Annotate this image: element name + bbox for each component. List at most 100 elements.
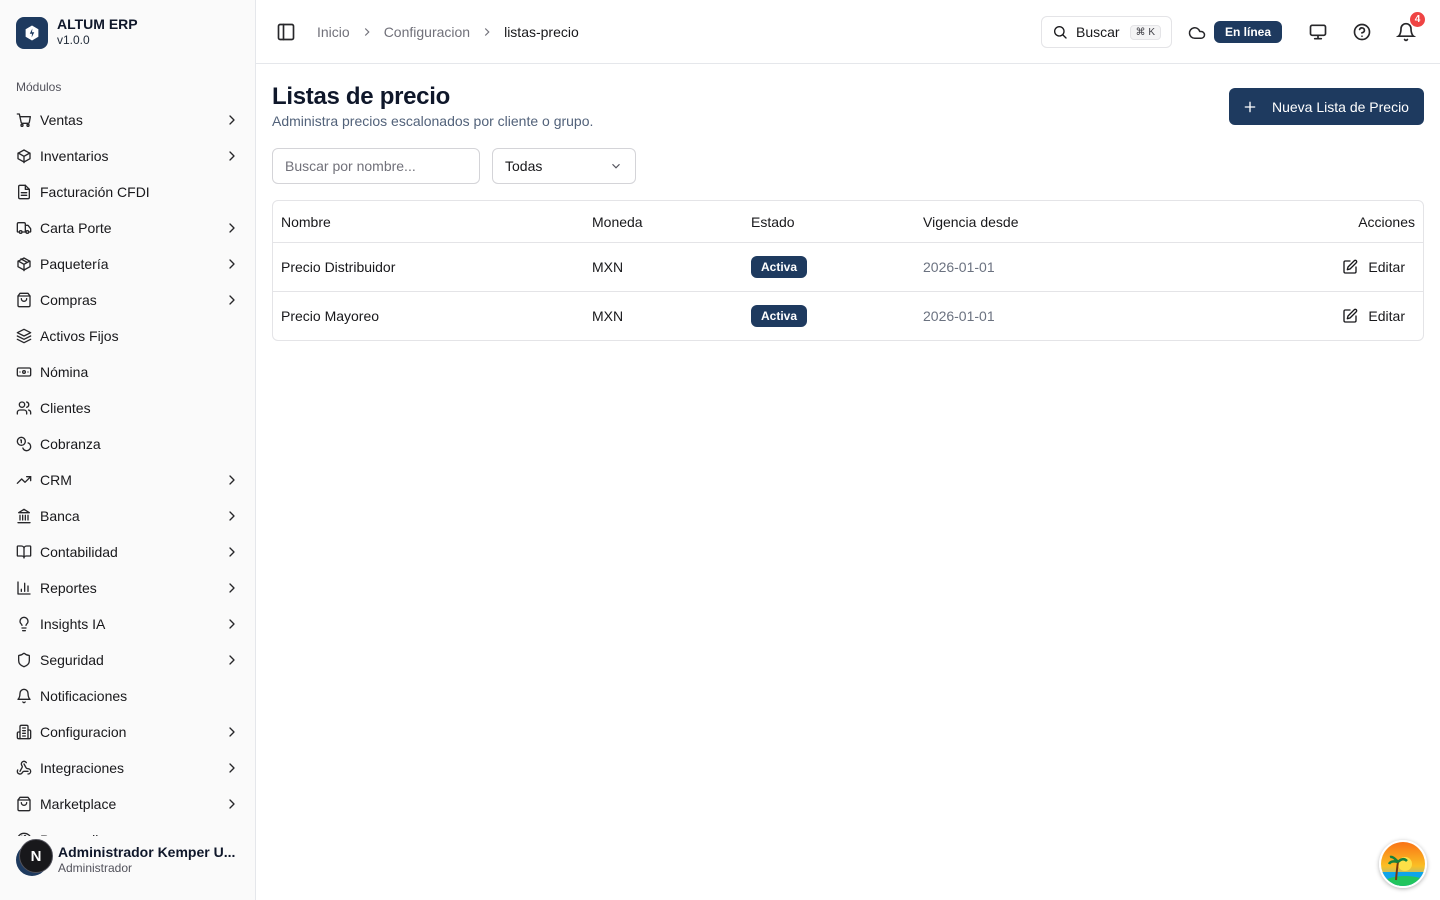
chevron-right-icon (224, 544, 240, 560)
brand-logo-icon (16, 16, 48, 49)
sidebar-item-crm[interactable]: CRM (8, 462, 248, 498)
avatar: N (16, 839, 53, 876)
banknote-icon (16, 364, 32, 380)
breadcrumb-configuracion[interactable]: Configuracion (384, 24, 470, 40)
package-icon (16, 256, 32, 272)
chevron-right-icon (224, 256, 240, 272)
cell-nombre: Precio Mayoreo (281, 308, 380, 324)
chevron-right-icon (224, 112, 240, 128)
price-lists-table: Nombre Moneda Estado Vigencia desde Acci… (272, 200, 1424, 341)
sidebar-item-label: Facturación CFDI (40, 184, 150, 200)
column-header-moneda: Moneda (592, 213, 643, 230)
global-search-button[interactable]: Buscar ⌘ K (1041, 16, 1172, 48)
breadcrumb: Inicio Configuracion listas-precio (317, 22, 579, 42)
breadcrumb-inicio[interactable]: Inicio (317, 24, 350, 40)
notification-count-badge: 4 (1410, 12, 1425, 27)
store-icon (16, 796, 32, 812)
sidebar-item-label: Notificaciones (40, 688, 128, 704)
bar-chart-icon (16, 580, 32, 596)
connection-status-badge: En línea (1214, 21, 1283, 43)
cell-nombre: Precio Distribuidor (281, 259, 396, 275)
sidebar-item-label: Carta Porte (40, 220, 112, 236)
brand-version: v1.0.0 (57, 33, 90, 47)
building-icon (16, 724, 32, 740)
box-icon (16, 148, 32, 164)
new-price-list-label: Nueva Lista de Precio (1272, 98, 1409, 115)
brand[interactable]: ALTUM ERP v1.0.0 (16, 16, 138, 49)
sidebar-item-reportes[interactable]: Reportes (8, 570, 248, 606)
help-icon[interactable] (1352, 22, 1372, 42)
sidebar-item-nomina[interactable]: Nómina (8, 354, 248, 390)
sidebar-item-activos-fijos[interactable]: Activos Fijos (8, 318, 248, 354)
user-role: Administrador (58, 861, 133, 875)
sidebar-item-label: CRM (40, 472, 72, 488)
chevron-right-icon (224, 724, 240, 740)
sidebar-item-label: Activos Fijos (40, 328, 119, 344)
file-icon (16, 184, 32, 200)
bell-icon (16, 688, 32, 704)
cart-icon (16, 112, 32, 128)
sidebar-item-compras[interactable]: Compras (8, 282, 248, 318)
sidebar-item-inventarios[interactable]: Inventarios (8, 138, 248, 174)
column-header-nombre: Nombre (281, 213, 331, 230)
sidebar-item-ventas[interactable]: Ventas (8, 102, 248, 138)
search-input[interactable] (272, 148, 480, 184)
sidebar-item-label: Paquetería (40, 256, 109, 272)
status-filter-select[interactable]: Todas (492, 148, 636, 184)
column-header-vigencia: Vigencia desde (923, 213, 1019, 230)
sidebar-item-contabilidad[interactable]: Contabilidad (8, 534, 248, 570)
sidebar-item-paqueteria[interactable]: Paquetería (8, 246, 248, 282)
status-badge: Activa (751, 256, 808, 278)
sidebar-item-label: Reportes (40, 580, 97, 596)
plus-icon (1242, 99, 1258, 115)
edit-button[interactable]: Editar (1342, 259, 1415, 275)
shield-icon (16, 652, 32, 668)
column-header-acciones: Acciones (1358, 213, 1415, 230)
sidebar-item-personalizar[interactable]: Personalizar (8, 822, 248, 836)
assistant-avatar-button[interactable] (1379, 840, 1427, 888)
sidebar-item-marketplace[interactable]: Marketplace (8, 786, 248, 822)
sidebar: ALTUM ERP v1.0.0 Módulos Ventas Inventari… (0, 0, 256, 900)
chevron-right-icon (224, 148, 240, 164)
sidebar-item-label: Cobranza (40, 436, 101, 452)
sidebar-item-label: Seguridad (40, 652, 104, 668)
sidebar-item-configuracion[interactable]: Configuracion (8, 714, 248, 750)
edit-label: Editar (1368, 259, 1405, 275)
monitor-icon[interactable] (1308, 22, 1328, 42)
sidebar-item-carta-porte[interactable]: Carta Porte (8, 210, 248, 246)
sidebar-item-label: Personalizar (40, 832, 240, 836)
column-header-estado: Estado (751, 213, 795, 230)
chevron-right-icon (360, 25, 374, 39)
book-icon (16, 544, 32, 560)
sidebar-item-clientes[interactable]: Clientes (8, 390, 248, 426)
new-price-list-button[interactable]: Nueva Lista de Precio (1229, 88, 1424, 125)
sidebar-toggle-icon[interactable] (276, 22, 296, 42)
palette-icon (16, 832, 32, 836)
sidebar-item-label: Banca (40, 508, 80, 524)
top-header: Inicio Configuracion listas-precio Busca… (256, 0, 1440, 64)
sidebar-item-seguridad[interactable]: Seguridad (8, 642, 248, 678)
sidebar-item-facturacion-cfdi[interactable]: Facturación CFDI (8, 174, 248, 210)
sidebar-item-label: Integraciones (40, 760, 125, 776)
user-name: Administrador Kemper U... (58, 844, 236, 860)
layers-icon (16, 328, 32, 344)
sidebar-item-insights-ia[interactable]: Insights IA (8, 606, 248, 642)
table-body: Precio Distribuidor MXN Activa 2026-01-01 Ed… (273, 242, 1423, 340)
bank-icon (16, 508, 32, 524)
table-header-row: Nombre Moneda Estado Vigencia desde Acci… (273, 201, 1423, 242)
sidebar-item-integraciones[interactable]: Integraciones (8, 750, 248, 786)
chevron-right-icon (224, 580, 240, 596)
chevron-right-icon (224, 472, 240, 488)
truck-icon (16, 220, 32, 236)
sidebar-item-banca[interactable]: Banca (8, 498, 248, 534)
cell-vigencia: 2026-01-01 (923, 308, 995, 324)
user-menu[interactable]: N Administrador Kemper U... Administrado… (16, 839, 246, 876)
sidebar-item-cobranza[interactable]: Cobranza (8, 426, 248, 462)
table-row: Precio Mayoreo MXN Activa 2026-01-01 Editar (273, 291, 1423, 340)
sidebar-item-notificaciones[interactable]: Notificaciones (8, 678, 248, 714)
edit-button[interactable]: Editar (1342, 308, 1415, 324)
sidebar-nav: Ventas Inventarios Facturación CFDI Carta P… (8, 102, 248, 836)
edit-icon (1342, 259, 1358, 275)
brand-name: ALTUM ERP (57, 16, 138, 32)
sidebar-item-label: Ventas (40, 112, 83, 128)
